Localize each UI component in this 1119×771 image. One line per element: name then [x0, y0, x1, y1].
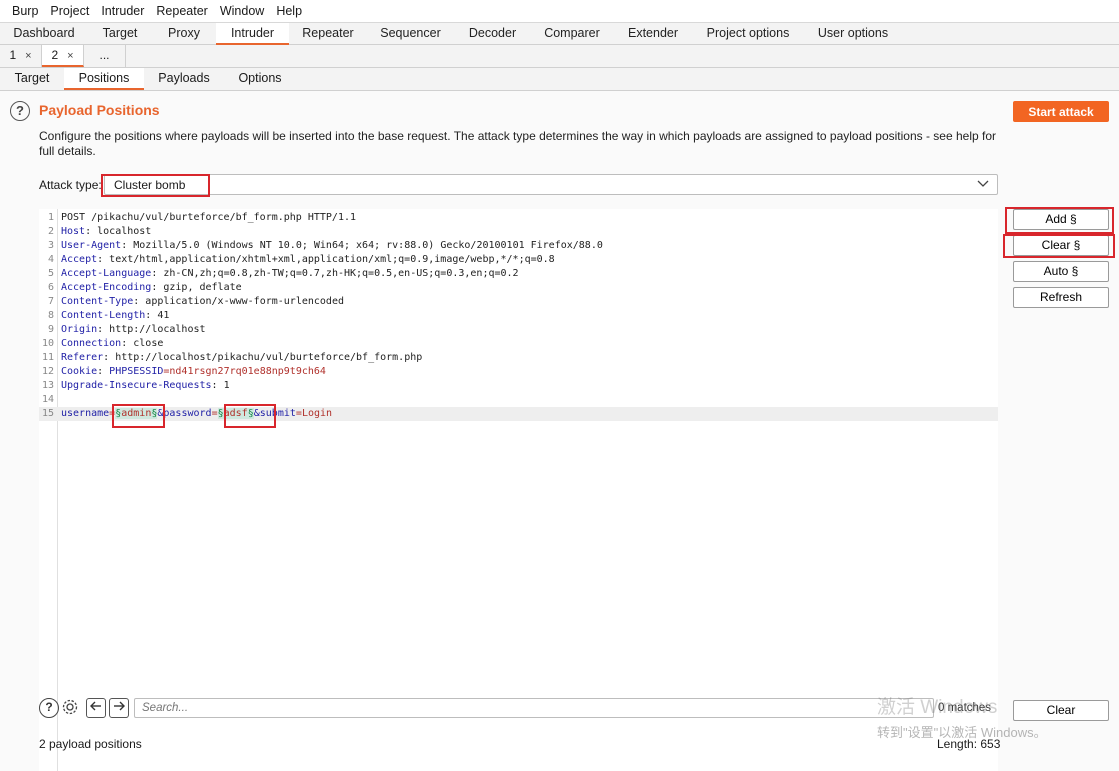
start-attack-button[interactable]: Start attack: [1013, 101, 1109, 122]
menu-help[interactable]: Help: [270, 4, 308, 18]
request-body-line: 15 username=§admin§&password=§adsf§&submi…: [39, 407, 998, 421]
menu-project[interactable]: Project: [44, 4, 95, 18]
tab-decoder[interactable]: Decoder: [454, 23, 531, 45]
menu-repeater[interactable]: Repeater: [150, 4, 213, 18]
tab-positions[interactable]: Positions: [64, 68, 144, 90]
tab-proxy[interactable]: Proxy: [152, 23, 216, 45]
tab-target[interactable]: Target: [88, 23, 152, 45]
add-marker-button[interactable]: Add §: [1013, 209, 1109, 230]
gear-icon[interactable]: [60, 698, 80, 718]
chevron-down-icon: [977, 176, 989, 195]
request-line: 8 Content-Length: 41: [47, 310, 170, 321]
tab-intruder-target[interactable]: Target: [0, 68, 64, 90]
clear-markers-button[interactable]: Clear §: [1013, 235, 1109, 256]
activation-watermark-title: 激活 Windows: [877, 697, 998, 718]
refresh-button[interactable]: Refresh: [1013, 287, 1109, 308]
request-tab-2[interactable]: 2 ×: [42, 45, 84, 67]
help-icon[interactable]: ?: [10, 101, 30, 121]
request-line: 3 User-Agent: Mozilla/5.0 (Windows NT 10.…: [47, 240, 603, 251]
help-icon[interactable]: ?: [39, 698, 59, 718]
clear-search-button[interactable]: Clear: [1013, 700, 1109, 721]
request-line: 13 Upgrade-Insecure-Requests: 1: [41, 380, 230, 391]
request-tab-1[interactable]: 1 ×: [0, 45, 42, 67]
tab-comparer[interactable]: Comparer: [531, 23, 613, 45]
request-editor[interactable]: 1 POST /pikachu/vul/burteforce/bf_form.ph…: [39, 209, 998, 771]
auto-markers-button[interactable]: Auto §: [1013, 261, 1109, 282]
tab-project-options[interactable]: Project options: [693, 23, 803, 45]
attack-type-value: Cluster bomb: [114, 178, 186, 192]
request-line: 2 Host: localhost: [47, 226, 152, 237]
main-tab-bar: Dashboard Target Proxy Intruder Repeater…: [0, 22, 1119, 45]
request-tab-label: 1: [9, 48, 17, 62]
tab-extender[interactable]: Extender: [613, 23, 693, 45]
attack-type-label: Attack type:: [39, 178, 102, 192]
section-description: Configure the positions where payloads w…: [39, 129, 997, 158]
activation-watermark-text: 转到"设置"以激活 Windows。: [877, 725, 1047, 740]
request-line: 4 Accept: text/html,application/xhtml+xml…: [47, 254, 555, 265]
close-icon[interactable]: ×: [25, 50, 31, 62]
payload-position-2: adsf: [223, 408, 248, 419]
intruder-tab-bar: Target Positions Payloads Options: [0, 68, 1119, 91]
request-line: 5 Accept-Language: zh-CN,zh;q=0.8,zh-TW;q…: [47, 268, 519, 279]
request-line: 11 Referer: http://localhost/pikachu/vul/…: [41, 352, 423, 363]
tab-options[interactable]: Options: [224, 68, 296, 90]
request-line: 10 Connection: close: [41, 338, 164, 349]
tab-user-options[interactable]: User options: [803, 23, 903, 45]
positions-panel: ? Payload Positions Start attack Configu…: [0, 91, 1119, 771]
request-tab-bar: 1 × 2 × ...: [0, 45, 1119, 68]
payload-position-1: admin: [121, 408, 152, 419]
menu-burp[interactable]: Burp: [6, 4, 44, 18]
tab-repeater[interactable]: Repeater: [289, 23, 367, 45]
search-input[interactable]: [135, 699, 933, 717]
attack-type-select[interactable]: Cluster bomb: [104, 174, 998, 195]
arrow-left-icon[interactable]: [86, 698, 106, 718]
payload-marker: §: [217, 408, 224, 419]
arrow-right-icon[interactable]: [109, 698, 129, 718]
payload-position-count: 2 payload positions: [39, 737, 142, 751]
tab-intruder[interactable]: Intruder: [216, 23, 289, 45]
search-field[interactable]: [134, 698, 934, 718]
menu-intruder[interactable]: Intruder: [95, 4, 150, 18]
new-request-tab[interactable]: ...: [84, 45, 126, 67]
request-line: 7 Content-Type: application/x-www-form-ur…: [47, 296, 344, 307]
menu-window[interactable]: Window: [214, 4, 270, 18]
request-line: 12 Cookie: PHPSESSID=nd41rsgn27rq01e88np9…: [41, 366, 326, 377]
request-line: 6 Accept-Encoding: gzip, deflate: [47, 282, 242, 293]
request-tab-label: 2: [51, 48, 59, 62]
request-line: 14: [41, 394, 54, 405]
section-title: Payload Positions: [39, 102, 160, 118]
tab-payloads[interactable]: Payloads: [144, 68, 224, 90]
menubar: Burp Project Intruder Repeater Window He…: [0, 0, 1119, 22]
tab-dashboard[interactable]: Dashboard: [0, 23, 88, 45]
close-icon[interactable]: ×: [67, 50, 73, 62]
request-line: 1 POST /pikachu/vul/burteforce/bf_form.ph…: [47, 212, 357, 223]
request-line: 9 Origin: http://localhost: [47, 324, 206, 335]
tab-sequencer[interactable]: Sequencer: [367, 23, 454, 45]
